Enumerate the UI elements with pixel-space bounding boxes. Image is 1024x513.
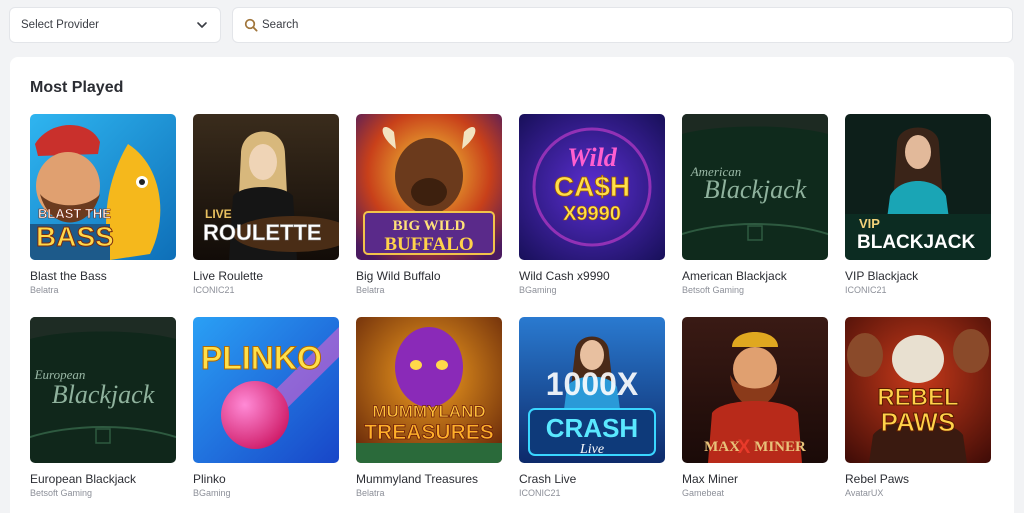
game-name[interactable]: Blast the Bass xyxy=(30,269,176,283)
game-card-blast-the-bass[interactable]: BLAST THE BASS Blast the Bass Belatra xyxy=(30,114,176,295)
game-thumbnail[interactable]: MAX X MINER xyxy=(682,317,828,463)
art-text: TREASURES xyxy=(364,421,494,444)
game-provider: ICONIC21 xyxy=(193,285,235,295)
art-text: CA$H xyxy=(554,171,630,202)
game-provider: Belatra xyxy=(356,285,385,295)
art-text: BLACKJACK xyxy=(857,232,976,253)
art-text: CRASH xyxy=(546,413,638,443)
art-text: BASS xyxy=(36,221,114,252)
art-text: VIP xyxy=(859,216,880,231)
provider-select[interactable]: Select Provider xyxy=(9,7,221,43)
game-name[interactable]: Wild Cash x9990 xyxy=(519,269,665,283)
game-provider: Gamebeat xyxy=(682,488,725,498)
art-text: MINER xyxy=(754,439,806,455)
search-input[interactable] xyxy=(262,19,1002,31)
art-text: Blackjack xyxy=(704,175,807,204)
game-provider: AvatarUX xyxy=(845,488,884,498)
game-provider: ICONIC21 xyxy=(845,285,887,295)
game-thumbnail[interactable]: LIVE ROULETTE xyxy=(193,114,339,260)
game-card-plinko[interactable]: PLINKO Plinko BGaming xyxy=(193,317,339,498)
game-thumbnail[interactable]: MUMMYLAND TREASURES xyxy=(356,317,502,463)
game-thumbnail[interactable]: 1000X CRASH Live xyxy=(519,317,665,463)
art-text: PLINKO xyxy=(201,340,322,376)
game-provider: ICONIC21 xyxy=(519,488,561,498)
art-text: ROULETTE xyxy=(203,220,322,245)
game-card-live-roulette[interactable]: LIVE ROULETTE Live Roulette ICONIC21 xyxy=(193,114,339,295)
game-provider: BGaming xyxy=(193,488,231,498)
game-provider: Betsoft Gaming xyxy=(682,285,745,295)
game-card-wild-cash[interactable]: Wild CA$H X9990 Wild Cash x9990 BGaming xyxy=(519,114,665,295)
game-name[interactable]: Big Wild Buffalo xyxy=(356,269,502,283)
provider-select-label: Select Provider xyxy=(21,19,99,31)
game-card-mummyland-treasures[interactable]: MUMMYLAND TREASURES Mummyland Treasures … xyxy=(356,317,502,498)
game-provider: BGaming xyxy=(519,285,557,295)
game-card-vip-blackjack[interactable]: VIP BLACKJACK VIP Blackjack ICONIC21 xyxy=(845,114,991,295)
game-thumbnail[interactable]: VIP BLACKJACK xyxy=(845,114,991,260)
game-card-american-blackjack[interactable]: American Blackjack American Blackjack Be… xyxy=(682,114,828,295)
game-provider: Belatra xyxy=(356,488,385,498)
art-text: X9990 xyxy=(563,203,621,225)
game-name[interactable]: European Blackjack xyxy=(30,472,176,486)
game-name[interactable]: VIP Blackjack xyxy=(845,269,991,283)
game-thumbnail[interactable]: BIG WILD BUFFALO xyxy=(356,114,502,260)
art-text: Blackjack xyxy=(52,380,155,409)
game-name[interactable]: Live Roulette xyxy=(193,269,339,283)
art-text: MUMMYLAND xyxy=(372,402,485,421)
game-name[interactable]: Max Miner xyxy=(682,472,828,486)
game-name[interactable]: Plinko xyxy=(193,472,339,486)
game-thumbnail[interactable]: BLAST THE BASS xyxy=(30,114,176,260)
game-name[interactable]: Mummyland Treasures xyxy=(356,472,502,486)
game-card-european-blackjack[interactable]: European Blackjack European Blackjack Be… xyxy=(30,317,176,498)
game-thumbnail[interactable]: PLINKO xyxy=(193,317,339,463)
game-name[interactable]: Crash Live xyxy=(519,472,665,486)
chevron-down-icon xyxy=(197,22,207,28)
game-thumbnail[interactable]: REBEL PAWS xyxy=(845,317,991,463)
game-card-crash-live[interactable]: 1000X CRASH Live Crash Live ICONIC21 xyxy=(519,317,665,498)
art-text: X xyxy=(738,437,751,458)
game-card-big-wild-buffalo[interactable]: BIG WILD BUFFALO Big Wild Buffalo Belatr… xyxy=(356,114,502,295)
art-text: 1000X xyxy=(546,366,639,402)
art-text: LIVE xyxy=(205,207,232,221)
art-text: BLAST THE xyxy=(38,206,111,221)
game-name[interactable]: Rebel Paws xyxy=(845,472,991,486)
game-card-rebel-paws[interactable]: REBEL PAWS Rebel Paws AvatarUX xyxy=(845,317,991,498)
art-text: BIG WILD xyxy=(393,218,466,234)
section-title: Most Played xyxy=(30,79,124,96)
game-thumbnail[interactable]: Wild CA$H X9990 xyxy=(519,114,665,260)
art-text: PAWS xyxy=(881,407,956,437)
search-icon xyxy=(244,18,258,32)
game-card-max-miner[interactable]: MAX X MINER Max Miner Gamebeat xyxy=(682,317,828,498)
game-provider: Belatra xyxy=(30,285,59,295)
game-thumbnail[interactable]: American Blackjack xyxy=(682,114,828,260)
game-name[interactable]: American Blackjack xyxy=(682,269,828,283)
filter-bar: Select Provider xyxy=(9,7,1013,43)
games-panel: Most Played BLAST THE BASS Blast the Bas… xyxy=(10,57,1014,513)
game-thumbnail[interactable]: European Blackjack xyxy=(30,317,176,463)
art-text: BUFFALO xyxy=(384,234,473,255)
search-box[interactable] xyxy=(232,7,1013,43)
art-text: Live xyxy=(579,442,604,457)
art-text: Wild xyxy=(567,143,618,172)
game-provider: Betsoft Gaming xyxy=(30,488,93,498)
art-text: MAX xyxy=(704,439,740,455)
